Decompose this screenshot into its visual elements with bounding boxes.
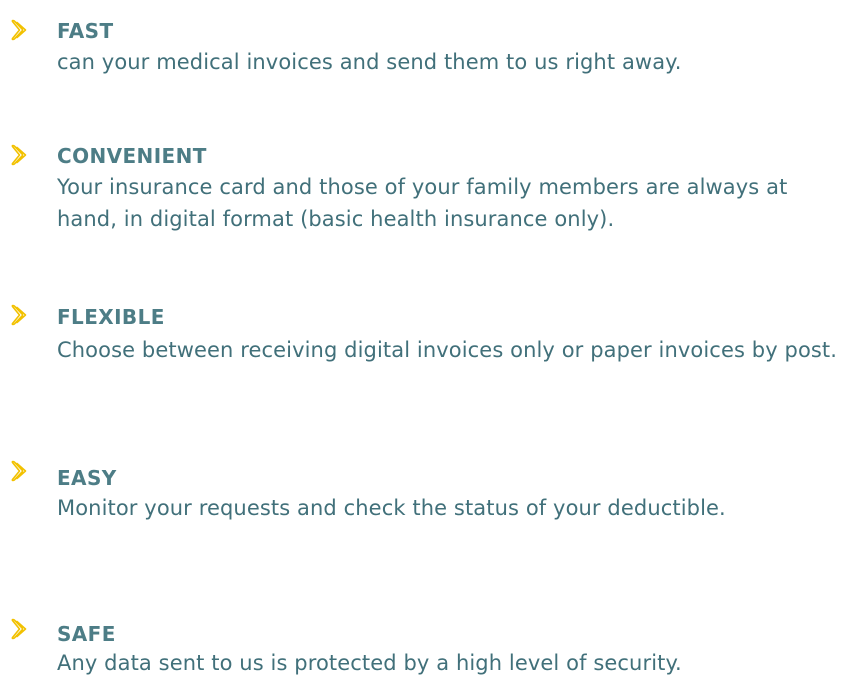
chevron-right-icon xyxy=(8,617,32,641)
chevron-right-icon xyxy=(8,303,32,327)
feature-description: Your insurance card and those of your fa… xyxy=(57,175,788,231)
feature-description: Any data sent to us is protected by a hi… xyxy=(57,651,682,675)
feature-description: can your medical invoices and send them … xyxy=(57,50,682,74)
chevron-right-icon xyxy=(8,18,32,42)
feature-description: Monitor your requests and check the stat… xyxy=(57,496,726,520)
chevron-right-icon xyxy=(8,459,32,483)
feature-title: EASY xyxy=(57,466,117,490)
feature-description: Choose between receiving digital invoice… xyxy=(57,338,838,362)
feature-title: SAFE xyxy=(57,622,116,646)
feature-title: CONVENIENT xyxy=(57,144,207,168)
feature-title: FLEXIBLE xyxy=(57,305,165,329)
chevron-right-icon xyxy=(8,143,32,167)
feature-title: FAST xyxy=(57,19,114,43)
